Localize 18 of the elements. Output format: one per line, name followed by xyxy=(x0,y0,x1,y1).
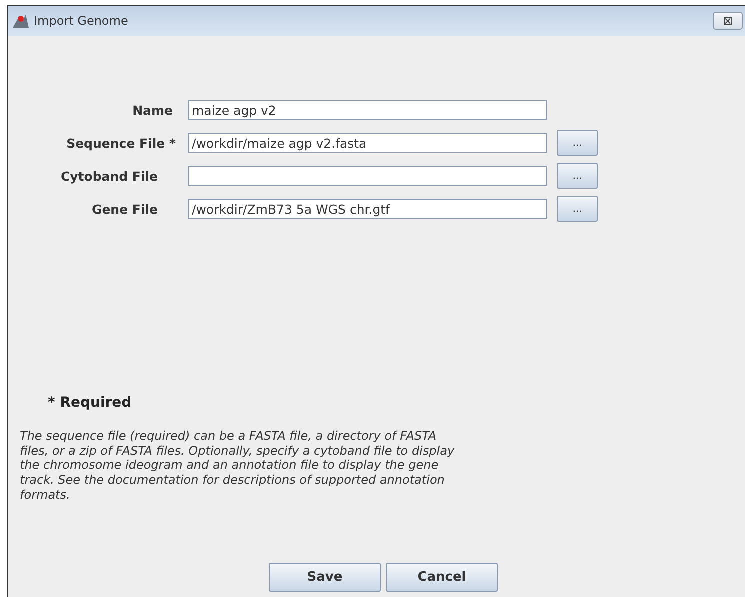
cancel-button[interactable]: Cancel xyxy=(386,563,498,592)
browse-button[interactable]: ... xyxy=(557,196,598,222)
field-label: Sequence File * xyxy=(66,136,176,150)
field-label: Gene File xyxy=(90,202,158,216)
app-icon xyxy=(12,13,30,29)
browse-button[interactable]: ... xyxy=(557,130,598,156)
field-label: Cytoband File xyxy=(60,168,158,184)
browse-button[interactable]: ... xyxy=(557,163,598,189)
help-text: The sequence file (required) can be a FASTA file, a directory of FASTA files, or a zip of FASTA files. Optionally, specify a cytoband file to display the chromosome ideogram and an annotation file to display the gene track. See the documentation for descriptions of supported annotation formats. xyxy=(20,429,456,503)
text-field[interactable]: /workdir/maize agp v2.fasta xyxy=(188,133,547,153)
close-button[interactable]: ⊠ xyxy=(713,12,743,30)
text-field[interactable] xyxy=(188,166,547,186)
text-field[interactable]: /workdir/ZmB73 5a WGS chr.gtf xyxy=(188,199,547,219)
window-title: Import Genome xyxy=(34,14,130,28)
text-field[interactable]: maize agp v2 xyxy=(188,100,547,120)
required-note: * Required xyxy=(48,395,133,411)
field-label: Name xyxy=(132,102,173,118)
save-button[interactable]: Save xyxy=(269,563,381,592)
